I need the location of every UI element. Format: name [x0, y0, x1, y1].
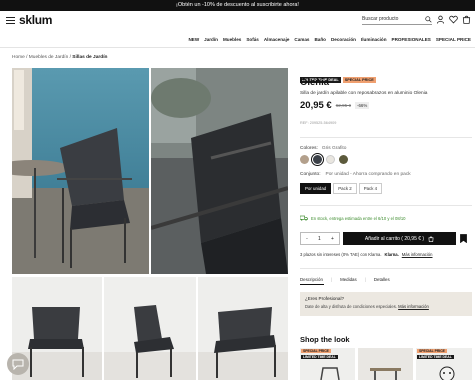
conjunto-option-pack4[interactable]: Pack 4	[358, 183, 383, 194]
current-price: 20,95 €	[300, 100, 332, 111]
pro-more-link[interactable]: Más información	[398, 304, 429, 309]
look-card-badge-special: SPECIAL PRICE	[301, 349, 331, 353]
quantity-stepper[interactable]: - 1 +	[300, 232, 340, 245]
gallery-image-2[interactable]	[151, 68, 288, 274]
nav-item-decoracion[interactable]: Decoración	[331, 37, 356, 42]
product-tabs: Descripción | Medidas | Detalles	[300, 277, 390, 282]
conjunto-option-pack2[interactable]: Pack 2	[333, 183, 357, 194]
cart-icon[interactable]	[462, 15, 471, 24]
more-info-link[interactable]: Más información	[402, 252, 433, 257]
nav-item-muebles[interactable]: Muebles	[223, 37, 241, 42]
product-subtitle: Silla de jardín apilable con reposabrazo…	[300, 91, 428, 96]
pro-banner: ¿Eres Profesional? Date de alta y disfru…	[300, 292, 472, 316]
breadcrumb: Home / Muebles de Jardín / Sillas de Jar…	[12, 55, 107, 60]
color-swatch[interactable]	[339, 155, 348, 164]
divider	[300, 205, 472, 206]
nav-item-profesionales[interactable]: PROFESIONALES	[392, 37, 431, 42]
nav-item-bano[interactable]: Baño	[314, 37, 325, 42]
search-placeholder: Buscar producto	[362, 16, 399, 22]
chat-icon	[12, 359, 24, 370]
gallery-image-4[interactable]	[104, 277, 196, 380]
look-card-badge-special: SPECIAL PRICE	[417, 349, 447, 353]
price-row: 20,95 € 62,95 € -66%	[300, 100, 370, 111]
breadcrumb-current: Sillas de Jardín	[72, 55, 108, 60]
bag-icon	[428, 236, 434, 242]
color-selected: Gris Grafito	[321, 146, 347, 151]
qty-decrease[interactable]: -	[306, 236, 308, 242]
main-nav: NEW Jardín Muebles Sofás Almacenaje Cama…	[188, 35, 471, 44]
add-to-cart-label: Añadir al carrito ( 20,95 € )	[364, 235, 425, 242]
nav-item-iluminacion[interactable]: Iluminación	[361, 37, 387, 42]
active-tab-indicator	[300, 284, 324, 285]
product-title: Olenia	[300, 77, 330, 88]
qty-increase[interactable]: +	[331, 236, 334, 242]
divider	[300, 137, 472, 138]
conjunto-value: Por unidad - Ahorra comprando en pack	[325, 172, 411, 177]
add-to-cart-button[interactable]: Añadir al carrito ( 20,95 € )	[343, 232, 456, 245]
breadcrumb-parent[interactable]: Muebles de Jardín	[29, 55, 68, 60]
nav-item-jardin[interactable]: Jardín	[204, 37, 218, 42]
divider	[300, 268, 472, 269]
conjunto-title: Conjunto:	[300, 172, 321, 177]
pro-title: ¿Eres Profesional?	[305, 296, 345, 301]
klarna-installments: 3 plazos sin intereses (0% TAE) con Klar…	[300, 252, 432, 257]
chat-button[interactable]	[7, 353, 29, 375]
user-icon[interactable]	[436, 15, 445, 24]
tab-detalles[interactable]: Detalles	[374, 277, 390, 282]
gallery-image-1[interactable]	[12, 68, 149, 274]
product-gallery	[12, 68, 288, 380]
shop-the-look-title: Shop the look	[300, 335, 350, 344]
installments-text: 3 plazos sin intereses (0% TAE) con Klar…	[300, 252, 382, 257]
pro-text: Date de alta y disfruta de condiciones e…	[305, 304, 467, 309]
qty-value[interactable]: 1	[318, 236, 321, 242]
conjunto-options: Por unidad Pack 2 Pack 4	[300, 183, 383, 194]
gallery-image-5[interactable]	[198, 277, 288, 380]
promo-banner[interactable]: ¡Obtén un -10% de descuento al suscribir…	[0, 0, 475, 11]
tab-separator: |	[330, 277, 333, 282]
nav-item-sofas[interactable]: Sofás	[246, 37, 259, 42]
search-input[interactable]: Buscar producto	[362, 15, 432, 25]
look-card-badge-limited: LIMITED TIME DEAL	[301, 355, 338, 359]
colors-title: Colores:	[300, 146, 318, 151]
nav-item-special-price[interactable]: SPECIAL PRICE	[436, 37, 471, 42]
stock-info: En stock, entrega estimada entre el 6/10…	[300, 215, 406, 221]
nav-divider	[0, 47, 475, 48]
nav-item-almacenaje[interactable]: Almacenaje	[264, 37, 290, 42]
breadcrumb-home[interactable]: Home	[12, 55, 25, 60]
nav-item-camas[interactable]: Camas	[294, 37, 309, 42]
conjunto-option-unit[interactable]: Por unidad	[300, 183, 332, 194]
search-icon[interactable]	[425, 16, 432, 23]
logo[interactable]: sklum	[19, 13, 52, 27]
klarna-logo: Klarna.	[384, 252, 399, 257]
heart-icon[interactable]	[449, 15, 458, 24]
tab-descripcion[interactable]: Descripción	[300, 277, 323, 282]
discount-badge: -66%	[355, 102, 370, 109]
look-card-2[interactable]	[358, 348, 413, 380]
pro-description: Date de alta y disfruta de condiciones e…	[305, 304, 397, 309]
look-card-badge-limited: LIMITED TIME DEAL	[417, 355, 454, 359]
tab-medidas[interactable]: Medidas	[340, 277, 357, 282]
look-card-1[interactable]: SPECIAL PRICE LIMITED TIME DEAL	[300, 348, 355, 380]
badge-special: SPECIAL PRICE	[342, 77, 376, 83]
tab-separator: |	[364, 277, 366, 282]
old-price: 62,95 €	[335, 103, 352, 108]
look-card-3[interactable]: SPECIAL PRICE LIMITED TIME DEAL	[416, 348, 472, 380]
truck-icon	[300, 215, 308, 221]
conjunto-label: Conjunto: Por unidad - Ahorra comprando e…	[300, 172, 411, 177]
nav-item-new[interactable]: NEW	[188, 37, 199, 42]
stock-text: En stock, entrega estimada entre el 6/10…	[311, 215, 406, 221]
color-swatch[interactable]	[311, 153, 324, 166]
color-swatch[interactable]	[326, 155, 335, 164]
color-swatches	[300, 153, 348, 166]
product-ref: REF: 209525-564909	[300, 121, 337, 125]
color-swatch[interactable]	[300, 155, 309, 164]
wishlist-icon[interactable]	[460, 234, 467, 243]
colors-label: Colores: Gris Grafito	[300, 146, 346, 151]
menu-icon[interactable]	[6, 17, 15, 24]
